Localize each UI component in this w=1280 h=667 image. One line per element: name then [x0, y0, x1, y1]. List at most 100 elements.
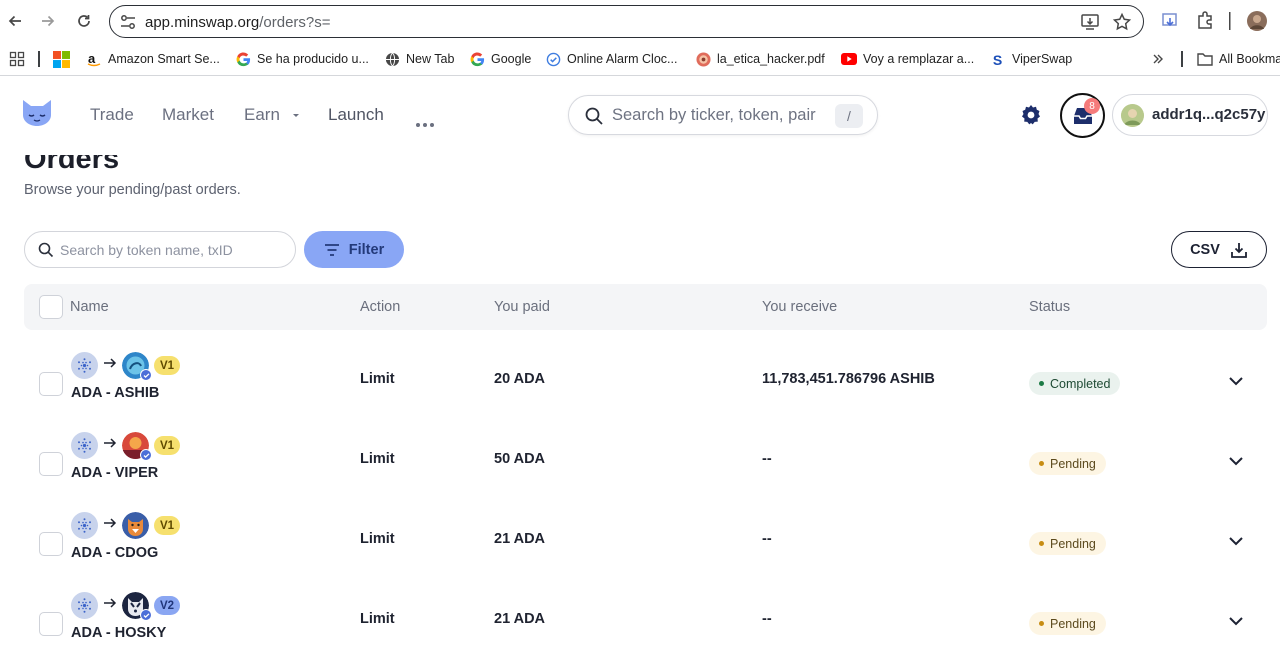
order-action: Limit [360, 611, 395, 627]
status-badge: Pending [1029, 452, 1106, 475]
pool-version-badge: V2 [154, 596, 181, 615]
bookmark-item[interactable]: Google [469, 50, 531, 68]
amount-received: 11,783,451.786796 ASHIB [762, 371, 935, 387]
verified-check-icon [140, 369, 152, 381]
order-action: Limit [360, 451, 395, 467]
search-shortcut-key: / [835, 104, 863, 128]
cardano-token-icon [71, 512, 98, 539]
toolbar-divider [1228, 12, 1232, 35]
google-icon [235, 51, 251, 67]
bookmark-item[interactable]: a Amazon Smart Se... [86, 50, 220, 68]
bookmarks-divider [1181, 51, 1183, 67]
csv-export-button[interactable]: CSV [1171, 231, 1267, 268]
pool-version-badge: V1 [154, 356, 181, 375]
bookmarks-divider [38, 51, 40, 67]
verified-check-icon [140, 609, 152, 621]
forward-icon[interactable] [36, 9, 60, 33]
page-subtitle: Browse your pending/past orders. [24, 182, 241, 198]
chevron-down-icon[interactable] [1228, 373, 1244, 391]
cardano-token-icon [71, 432, 98, 459]
amount-received: -- [762, 451, 772, 467]
amount-received: -- [762, 531, 772, 547]
amount-paid: 50 ADA [494, 451, 546, 467]
chevron-down-icon[interactable] [1228, 533, 1244, 551]
browser-toolbar: app.minswap.org/orders?s= [0, 0, 1280, 42]
column-name: Name [70, 299, 109, 315]
extensions-icon[interactable] [1195, 10, 1215, 35]
amount-paid: 21 ADA [494, 611, 546, 627]
bookmark-item[interactable]: Se ha producido u... [235, 50, 369, 68]
bookmark-star-icon[interactable] [1112, 12, 1132, 37]
cardano-token-icon [71, 592, 98, 619]
row-checkbox[interactable] [39, 532, 63, 556]
nav-launch[interactable]: Launch [328, 105, 384, 125]
table-row[interactable]: V2 ADA - HOSKY Limit 21 ADA -- Pending [24, 587, 1267, 667]
amount-paid: 20 ADA [494, 371, 546, 387]
more-bookmarks-icon[interactable] [1152, 50, 1164, 68]
column-you-receive: You receive [762, 299, 838, 315]
back-icon[interactable] [3, 9, 27, 33]
filter-button[interactable]: Filter [304, 231, 404, 268]
bookmark-item[interactable]: Voy a remplazar a... [841, 50, 974, 68]
viperswap-icon: S [990, 51, 1006, 67]
pool-version-badge: V1 [154, 516, 181, 535]
profile-avatar[interactable] [1247, 11, 1267, 36]
install-app-icon[interactable] [1080, 12, 1100, 37]
order-action: Limit [360, 531, 395, 547]
minswap-logo-icon[interactable] [22, 99, 52, 132]
arrow-right-icon [103, 596, 117, 614]
alarm-check-icon [545, 51, 561, 67]
notifications-inbox-button[interactable]: 8 [1060, 93, 1105, 138]
url-text: app.minswap.org/orders?s= [145, 14, 331, 31]
more-menu-icon[interactable] [415, 113, 435, 133]
amazon-icon: a [86, 51, 102, 67]
orders-search-input[interactable]: Search by token name, txID [24, 231, 296, 268]
apps-grid-icon[interactable] [9, 50, 25, 68]
nav-trade[interactable]: Trade [90, 105, 134, 125]
bookmarks-bar: a Amazon Smart Se... Se ha producido u..… [0, 42, 1280, 76]
row-checkbox[interactable] [39, 372, 63, 396]
nav-market[interactable]: Market [162, 105, 214, 125]
select-all-checkbox[interactable] [39, 295, 63, 319]
bookmark-item[interactable]: New Tab [384, 50, 454, 68]
amount-received: -- [762, 611, 772, 627]
site-settings-icon[interactable] [119, 13, 137, 36]
row-checkbox[interactable] [39, 612, 63, 636]
all-bookmarks-folder[interactable]: All Bookmarks [1197, 50, 1280, 68]
address-bar[interactable]: app.minswap.org/orders?s= [109, 5, 1144, 38]
notification-count-badge: 8 [1084, 98, 1100, 114]
search-icon [585, 107, 603, 130]
table-row[interactable]: V1 ADA - CDOG Limit 21 ADA -- Pending [24, 507, 1267, 587]
reload-icon[interactable] [72, 9, 96, 33]
search-icon [38, 242, 54, 263]
status-badge: Completed [1029, 372, 1121, 395]
bookmark-item[interactable]: S ViperSwap [990, 50, 1072, 68]
nav-earn[interactable]: Earn [244, 105, 301, 125]
table-row[interactable]: V1 ADA - VIPER Limit 50 ADA -- Pending [24, 427, 1267, 507]
arrow-right-icon [103, 436, 117, 454]
chevron-down-icon[interactable] [1228, 613, 1244, 631]
table-row[interactable]: V1 ADA - ASHIB Limit 20 ADA 11,783,451.7… [24, 347, 1267, 427]
youtube-icon [841, 51, 857, 67]
tab-search-icon[interactable] [1160, 10, 1180, 35]
google-icon [469, 51, 485, 67]
cardano-token-icon [71, 352, 98, 379]
wallet-address: addr1q...q2c57y [1152, 106, 1266, 123]
pool-version-badge: V1 [154, 436, 181, 455]
row-checkbox[interactable] [39, 452, 63, 476]
column-status: Status [1029, 299, 1071, 315]
svg-text:a: a [88, 51, 96, 66]
wallet-connect-button[interactable]: addr1q...q2c57y [1112, 94, 1268, 136]
chevron-down-icon[interactable] [1228, 453, 1244, 471]
bookmark-item[interactable]: Online Alarm Cloc... [545, 50, 677, 68]
amount-paid: 21 ADA [494, 531, 546, 547]
bookmark-item[interactable]: la_etica_hacker.pdf [695, 50, 825, 68]
arrow-right-icon [103, 356, 117, 374]
global-search-input[interactable]: Search by ticker, token, pair / [568, 95, 878, 135]
token-pair-label: ADA - VIPER [71, 465, 159, 481]
settings-gear-icon[interactable] [1019, 103, 1043, 132]
token-pair-label: ADA - HOSKY [71, 625, 167, 641]
table-header: Name Action You paid You receive Status [24, 284, 1267, 330]
microsoft-icon[interactable] [53, 50, 70, 68]
page-title: Orders [24, 155, 120, 175]
